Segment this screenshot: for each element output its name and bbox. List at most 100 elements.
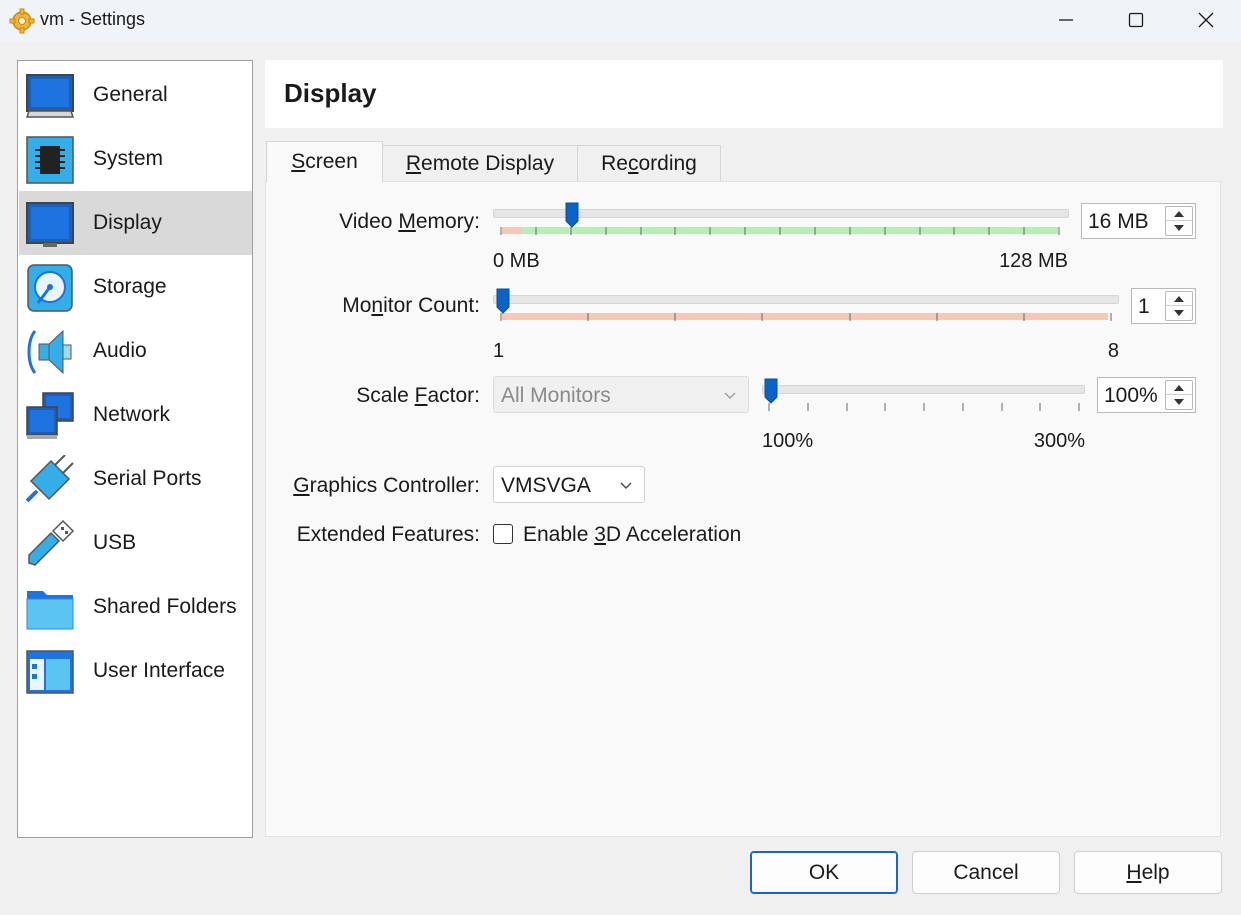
serial-port-icon <box>25 455 74 503</box>
chevron-down-icon <box>724 392 736 399</box>
arrow-up-icon <box>1174 384 1184 391</box>
sidebar-item-network[interactable]: Network <box>19 383 252 447</box>
sidebar-item-general[interactable]: General <box>19 63 252 127</box>
sidebar-item-label: General <box>93 83 168 106</box>
help-button[interactable]: Help <box>1074 851 1222 894</box>
sidebar-item-shared-folders[interactable]: Shared Folders <box>19 575 252 639</box>
video-memory-min-label: 0 MB <box>493 250 540 272</box>
cancel-button[interactable]: Cancel <box>912 851 1060 894</box>
folder-icon <box>26 591 74 630</box>
help-button-label: Help <box>1126 860 1170 884</box>
chevron-down-icon <box>620 482 632 489</box>
tab-label: Recording <box>601 151 697 175</box>
sidebar-item-label: Shared Folders <box>93 595 237 618</box>
tab-screen[interactable]: Screen <box>266 141 383 182</box>
usb-icon <box>28 519 75 566</box>
network-icon <box>26 392 74 439</box>
graphics-controller-select[interactable]: VMSVGA <box>493 466 645 503</box>
monitor-count-slider-handle[interactable] <box>496 288 510 314</box>
monitor-count-slider-track[interactable] <box>493 295 1119 304</box>
arrow-down-icon <box>1174 225 1184 231</box>
monitor-count-ticks <box>500 313 1112 321</box>
general-icon <box>25 74 75 118</box>
ok-button[interactable]: OK <box>750 851 898 894</box>
sidebar-item-label: System <box>93 147 164 170</box>
sidebar-item-label: Network <box>93 403 171 426</box>
close-button[interactable] <box>1171 0 1241 40</box>
increment-button[interactable] <box>1166 381 1192 395</box>
video-memory-label: Video Memory: <box>339 210 480 233</box>
scale-factor-label: Scale Factor: <box>356 384 480 407</box>
video-memory-max-label: 128 MB <box>999 250 1068 272</box>
decrement-button[interactable] <box>1166 221 1192 235</box>
tab-remote-display[interactable]: Remote Display <box>382 145 578 181</box>
enable-3d-acceleration-label[interactable]: Enable 3D Acceleration <box>523 523 741 547</box>
minimize-icon <box>1059 19 1073 21</box>
monitor-count-max-label: 8 <box>1107 340 1119 362</box>
decrement-button[interactable] <box>1166 306 1192 320</box>
scale-factor-min-label: 100% <box>762 430 814 452</box>
maximize-button[interactable] <box>1101 0 1171 40</box>
cancel-button-label: Cancel <box>953 860 1019 884</box>
chip-icon <box>26 136 74 184</box>
page-title: Display <box>284 78 377 108</box>
maximize-icon <box>1128 12 1144 28</box>
tab-recording[interactable]: Recording <box>577 145 721 181</box>
monitor-count-spinbox[interactable]: 1 <box>1131 288 1196 324</box>
video-memory-ticks <box>500 227 1060 235</box>
sidebar-item-label: Display <box>93 211 162 234</box>
graphics-controller-value: VMSVGA <box>501 474 591 497</box>
increment-button[interactable] <box>1166 207 1192 221</box>
scale-factor-spin-buttons <box>1165 380 1193 410</box>
settings-gear-icon <box>9 8 35 34</box>
sidebar-item-usb[interactable]: USB <box>19 511 252 575</box>
settings-category-list: General System Display Storage Audio Net… <box>17 60 253 838</box>
scale-factor-ticks <box>768 403 1080 411</box>
screen-tab-panel <box>265 181 1221 837</box>
sidebar-item-label: Storage <box>93 275 167 298</box>
ok-button-label: OK <box>808 860 840 884</box>
minimize-button[interactable] <box>1031 0 1101 40</box>
video-memory-value: 16 MB <box>1088 210 1149 233</box>
arrow-up-icon <box>1174 210 1184 217</box>
monitor-count-spin-buttons <box>1165 291 1193 321</box>
sidebar-item-audio[interactable]: Audio <box>19 319 252 383</box>
scale-factor-monitor-select[interactable]: All Monitors <box>493 376 749 413</box>
arrow-down-icon <box>1174 399 1184 405</box>
scale-factor-spinbox[interactable]: 100% <box>1097 377 1196 413</box>
sidebar-item-label: USB <box>93 531 137 554</box>
decrement-button[interactable] <box>1166 395 1192 409</box>
scale-factor-slider-track[interactable] <box>762 385 1085 394</box>
scale-factor-value: 100% <box>1104 384 1158 407</box>
arrow-up-icon <box>1174 295 1184 302</box>
scale-factor-max-label: 300% <box>1033 430 1085 452</box>
enable-3d-acceleration-checkbox[interactable] <box>493 524 513 544</box>
sidebar-item-serial-ports[interactable]: Serial Ports <box>19 447 252 511</box>
video-memory-slider-track[interactable] <box>493 209 1069 218</box>
title-bar: vm - Settings <box>0 0 1241 42</box>
sidebar-item-label: Audio <box>93 339 147 362</box>
scale-factor-slider-handle[interactable] <box>764 378 778 404</box>
sidebar-item-user-interface[interactable]: User Interface <box>19 639 252 703</box>
increment-button[interactable] <box>1166 292 1192 306</box>
ui-layout-icon <box>26 650 74 694</box>
monitor-count-label: Monitor Count: <box>342 294 480 317</box>
video-memory-spinbox[interactable]: 16 MB <box>1081 203 1196 239</box>
disk-icon <box>27 264 73 312</box>
monitor-count-min-label: 1 <box>493 340 505 362</box>
monitor-icon <box>26 202 74 247</box>
video-memory-slider-handle[interactable] <box>565 202 579 228</box>
scale-factor-monitor-value: All Monitors <box>501 384 611 407</box>
monitor-count-value: 1 <box>1138 295 1150 318</box>
page-header: Display <box>265 60 1223 128</box>
sidebar-item-storage[interactable]: Storage <box>19 255 252 319</box>
close-icon <box>1198 12 1214 28</box>
speaker-icon <box>27 329 72 375</box>
sidebar-item-system[interactable]: System <box>19 127 252 191</box>
video-memory-spin-buttons <box>1165 206 1193 236</box>
sidebar-item-label: User Interface <box>93 659 225 682</box>
sidebar-item-label: Serial Ports <box>93 467 202 490</box>
sidebar-item-display[interactable]: Display <box>19 191 252 255</box>
graphics-controller-label: Graphics Controller: <box>293 474 480 497</box>
arrow-down-icon <box>1174 310 1184 316</box>
